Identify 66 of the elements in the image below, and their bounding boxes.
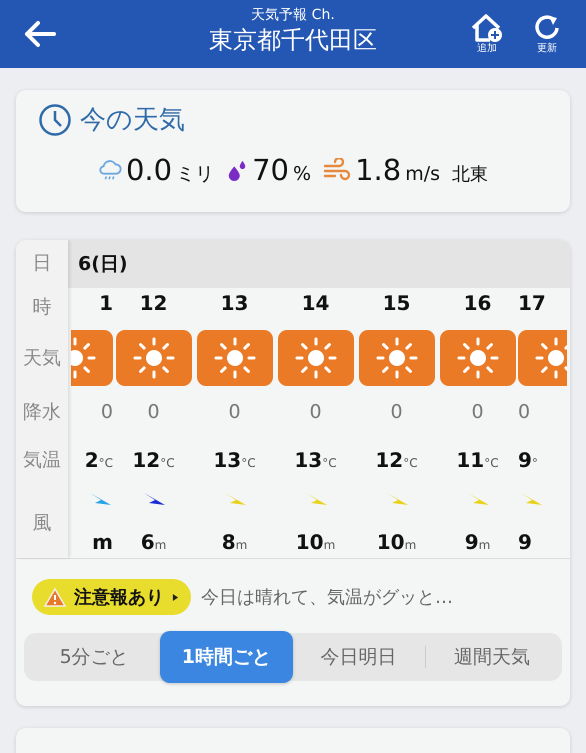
caret-icon [172, 592, 179, 602]
row-label: 風 [32, 512, 52, 534]
wind-speed-value: 9 [518, 529, 532, 556]
section-title: 今の天気 [80, 104, 185, 137]
app-name: 天気予報 Ch. [251, 6, 335, 24]
temperature-value: 12°C [132, 447, 175, 474]
warning-icon [44, 587, 66, 607]
precipitation-value: 0 [147, 400, 160, 425]
precipitation-value: 0 [518, 400, 530, 425]
sun-icon [374, 336, 418, 380]
house-plus-icon [470, 13, 504, 43]
wind-direction: 北東 [452, 163, 488, 186]
reading-value: 70 [252, 153, 290, 187]
temperature-value: 2°C [84, 447, 113, 474]
rain-cloud-icon [98, 158, 122, 182]
wind-speed-value: 9m [464, 529, 490, 556]
sun-icon [212, 336, 256, 380]
view-tab[interactable]: 今日明日 [292, 631, 425, 683]
temperature-value: 12°C [375, 447, 418, 474]
hour-label: 14 [302, 290, 330, 316]
wind-speed-value: 8m [222, 529, 248, 556]
day-label: 6(日) [78, 252, 128, 277]
reading-unit: m/s [405, 163, 440, 185]
reading-value: 0.0 [126, 153, 172, 187]
view-tab[interactable]: 5分ごと [28, 631, 160, 683]
temperature-value: 13°C [213, 447, 256, 474]
hour-label: 13 [220, 290, 248, 316]
warning-badge[interactable]: 注意報あり [32, 579, 191, 615]
temperature-value: 11°C [456, 447, 499, 474]
precipitation-value: 0 [228, 400, 241, 425]
precipitation-value: 0 [390, 400, 403, 425]
hour-label: 12 [140, 290, 168, 316]
wind-icon [323, 158, 352, 182]
hour-label: 16 [464, 290, 492, 316]
sun-icon [456, 336, 500, 380]
sun-icon [534, 336, 567, 380]
hour-label: 1 [99, 290, 113, 316]
wind-speed-value: 10m [296, 529, 336, 556]
sun-icon [294, 336, 338, 380]
view-tab[interactable]: 1時間ごと [160, 631, 292, 683]
view-tab[interactable]: 週間天気 [426, 631, 558, 683]
wind-speed-value: m [92, 529, 113, 556]
row-label: 日 [32, 252, 52, 274]
row-label: 天気 [23, 347, 61, 369]
temperature-value: 9° [518, 447, 538, 474]
location-title: 東京都千代田区 [209, 25, 377, 56]
hour-label: 17 [518, 290, 546, 316]
precipitation-value: 0 [309, 400, 322, 425]
precipitation-value: 0 [471, 400, 484, 425]
row-label: 時 [32, 296, 52, 318]
back-arrow-icon[interactable] [24, 20, 56, 48]
clock-icon [38, 102, 72, 136]
forecast-summary: 今日は晴れて、気温がグッと… [201, 586, 453, 609]
precipitation-value: 0 [100, 400, 113, 425]
sun-icon [132, 336, 176, 380]
temperature-value: 13°C [294, 447, 337, 474]
reading-unit: ミリ [176, 162, 214, 187]
refresh-button[interactable]: 更新 [526, 13, 568, 55]
row-label: 気温 [23, 449, 61, 471]
reading-unit: % [293, 163, 312, 185]
wind-speed-value: 10m [376, 529, 416, 556]
add-button[interactable]: 追加 [466, 13, 508, 55]
wind-speed-value: 6m [140, 529, 166, 556]
row-label: 降水 [23, 401, 61, 423]
reading-value: 1.8 [355, 153, 402, 187]
hour-label: 15 [382, 290, 410, 316]
